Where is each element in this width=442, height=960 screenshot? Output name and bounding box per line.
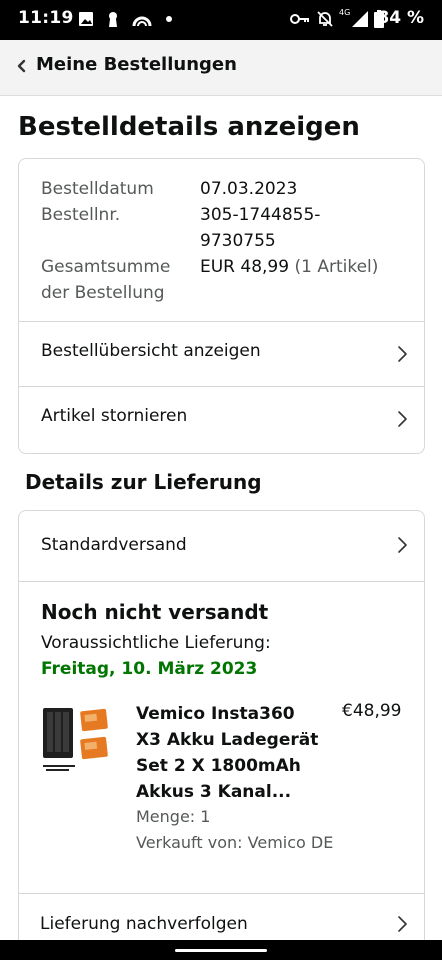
product-thumbnail[interactable] [41,706,121,776]
delivery-section-title: Details zur Lieferung [25,470,262,494]
order-total-label-line1: Gesamtsumme [41,257,171,277]
app-header: Meine Bestellungen [0,40,442,96]
shipping-method-row[interactable]: Standardversand [19,511,424,582]
order-total-value: EUR 48,99 [200,257,290,277]
home-gesture-handle[interactable] [175,949,267,952]
order-number-value-line1: 305-1744855- [200,205,321,225]
mute-bell-icon [317,11,333,27]
product-quantity: Menge: 1 [136,807,211,826]
order-summary-card: Bestelldatum 07.03.2023 Bestellnr. 305-1… [18,158,425,454]
product-name-line: Set 2 X 1800mAh [136,756,301,776]
track-delivery-row[interactable]: Lieferung nachverfolgen [18,893,425,944]
track-delivery-label: Lieferung nachverfolgen [40,914,248,934]
back-to-orders-link[interactable]: Meine Bestellungen [36,54,237,75]
order-total-label-line2: der Bestellung [41,283,165,303]
chevron-right-icon [398,346,407,362]
order-date-label: Bestelldatum [41,179,154,199]
battery-percent: 84 % [377,8,424,28]
chevron-left-icon[interactable] [14,56,28,76]
order-overview-row[interactable]: Bestellübersicht anzeigen [19,321,424,386]
signal-icon [352,11,368,27]
product-name-line: Vemico Insta360 [136,704,295,724]
network-4g-icon: 4G [339,8,351,17]
status-bar: 11:19 4G 84 % [0,0,442,40]
page-title: Bestelldetails anzeigen [18,112,360,142]
chevron-right-icon [398,537,407,553]
chevron-right-icon [398,916,407,932]
product-seller: Verkauft von: Vemico DE [136,833,334,852]
order-date-value: 07.03.2023 [200,179,298,199]
dot-icon [166,16,172,22]
image-icon [79,12,93,26]
cancel-items-label: Artikel stornieren [41,406,188,426]
eta-date: Freitag, 10. März 2023 [41,659,258,679]
cancel-items-row[interactable]: Artikel stornieren [19,386,424,451]
order-item-count: (1 Artikel) [294,257,379,277]
product-name[interactable]: Vemico Insta360 X3 Akku Ladegerät Set 2 … [136,701,321,805]
chevron-right-icon [398,411,407,427]
keyhole-icon [109,12,117,27]
system-navigation-bar [0,940,442,960]
delivery-card: Standardversand Noch nicht versandt Vora… [18,510,425,894]
order-number-label: Bestellnr. [41,205,121,225]
shipment-status: Noch nicht versandt [41,600,269,624]
product-name-line: Akkus 3 Kanal... [136,782,292,802]
eta-label: Voraussichtliche Lieferung: [41,633,271,653]
shipping-method-label: Standardversand [41,535,187,555]
product-price: €48,99 [342,701,402,721]
status-time: 11:19 [18,8,74,28]
order-number-value-line2: 9730755 [200,231,276,251]
vpn-key-icon [290,14,309,24]
order-overview-label: Bestellübersicht anzeigen [41,341,261,361]
product-name-line: X3 Akku Ladegerät [136,730,319,750]
app-notification-icon [132,16,152,27]
